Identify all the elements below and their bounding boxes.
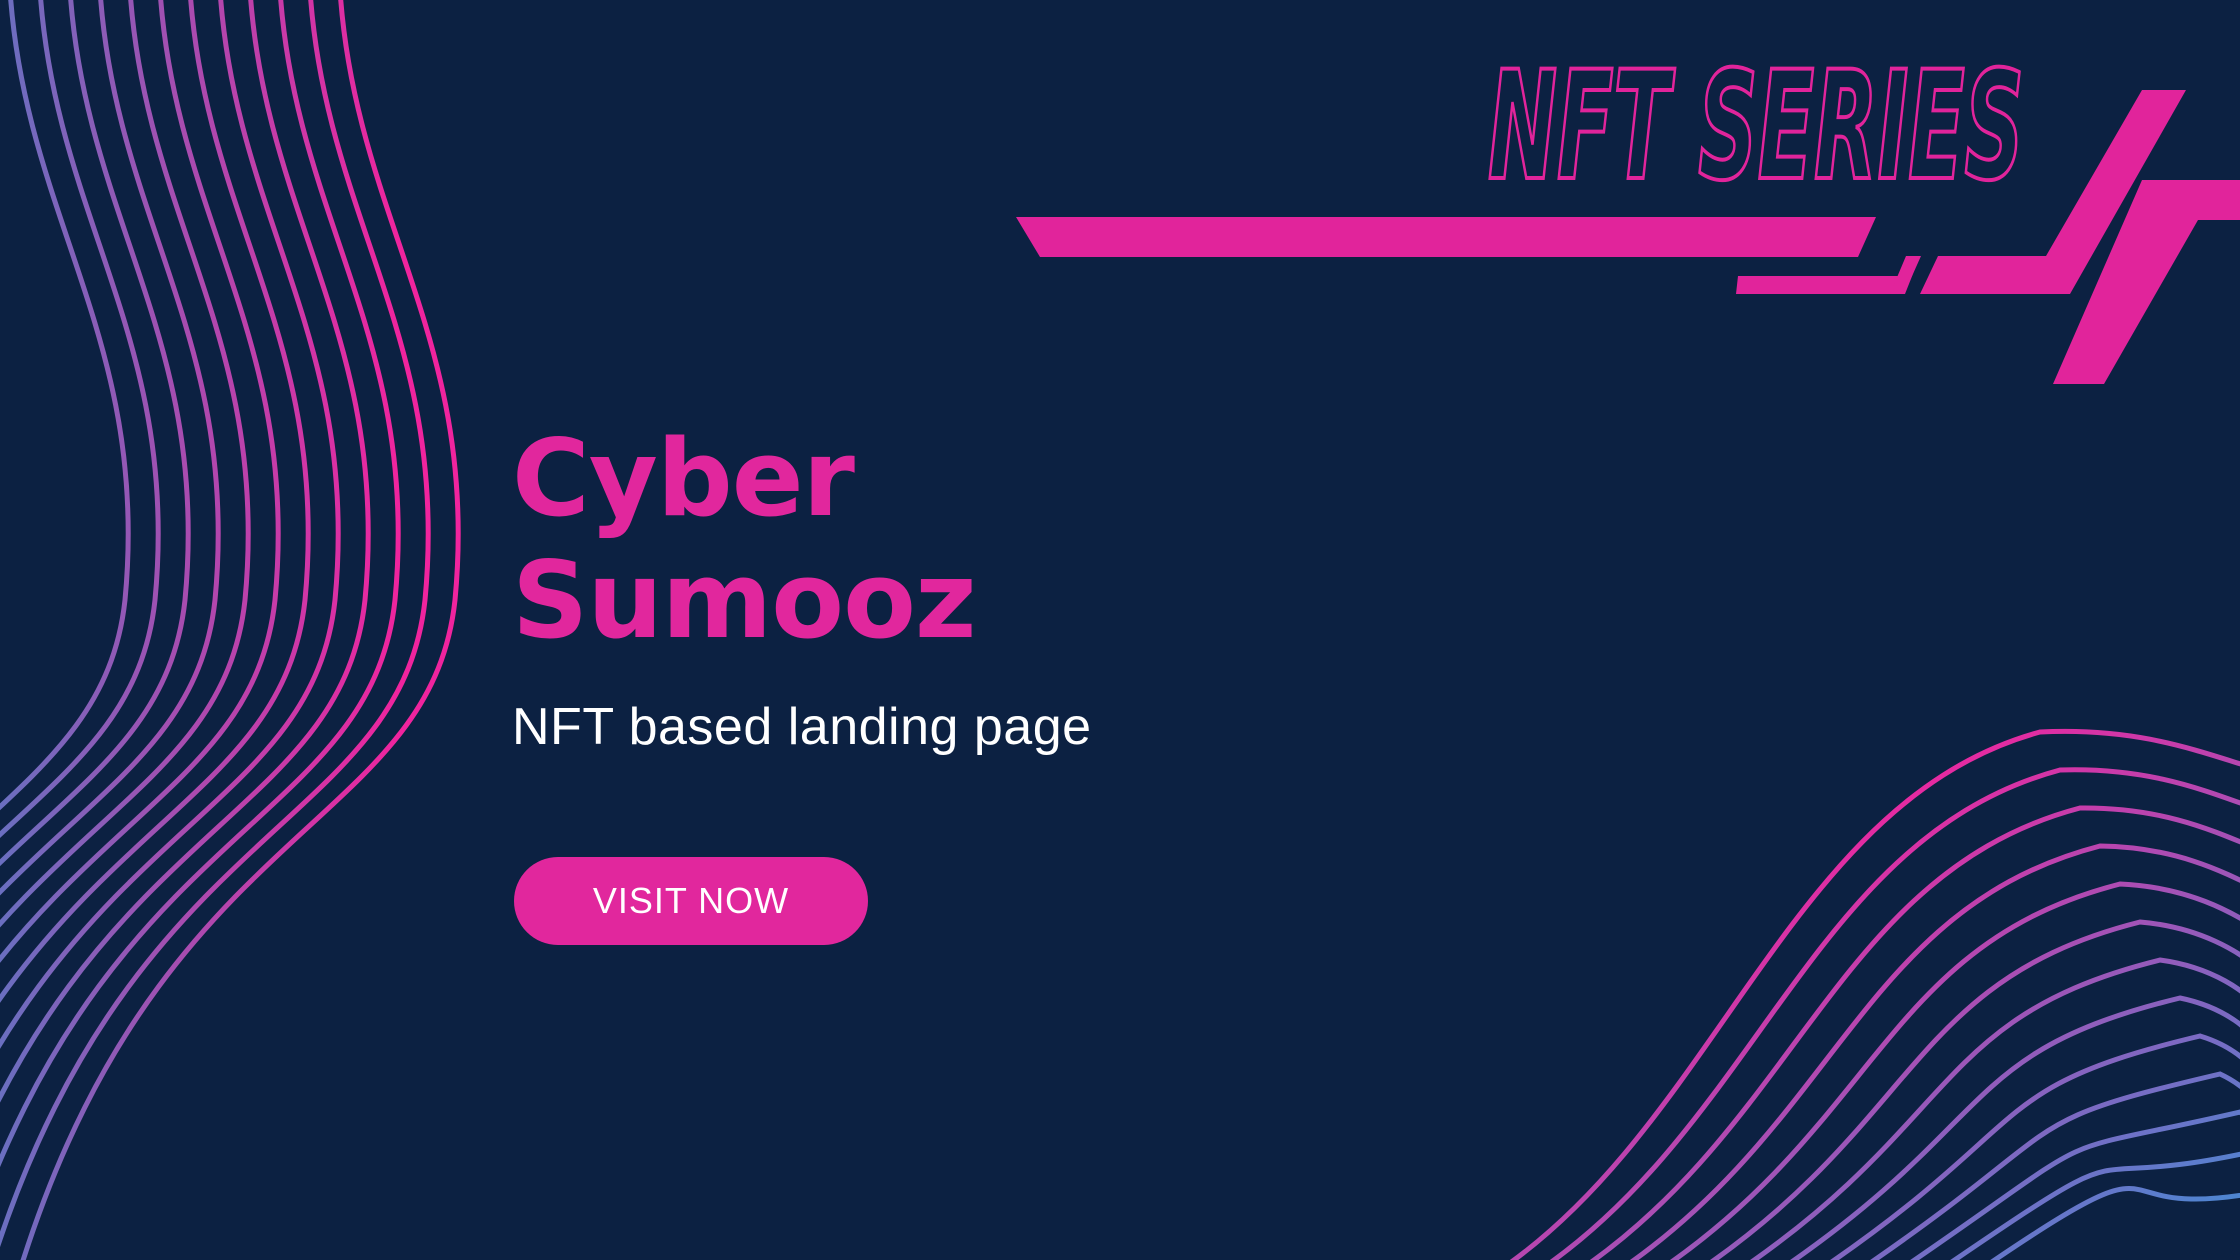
series-title-outline: NFT SERIES [1488, 40, 2026, 200]
banner-canvas: NFT SERIES Cyber Sumooz NFT based landin… [0, 0, 2240, 1260]
left-wave-line [0, 0, 371, 1103]
right-wave-line [1629, 843, 2240, 1260]
small-accent-stripe [1890, 256, 1921, 294]
left-wave-line [0, 0, 161, 838]
right-wave-line [1749, 957, 2240, 1260]
hero-subtitle: NFT based landing page [512, 698, 1092, 756]
hero-title: Cyber Sumooz [512, 417, 977, 662]
left-wave-line [0, 0, 431, 1248]
hero-title-line-1: Cyber [512, 417, 855, 540]
right-wave-lines [1509, 728, 2240, 1260]
long-stripe [1016, 217, 1876, 257]
series-title-text: NFT SERIES [1488, 40, 2024, 200]
right-wave-line [1990, 1186, 2240, 1260]
right-wave-line [1950, 1151, 2240, 1260]
left-wave-line [0, 0, 191, 867]
visit-now-button[interactable]: VISIT NOW [514, 857, 868, 945]
left-wave-lines [0, 0, 461, 1260]
hero-title-line-2: Sumooz [512, 539, 977, 662]
